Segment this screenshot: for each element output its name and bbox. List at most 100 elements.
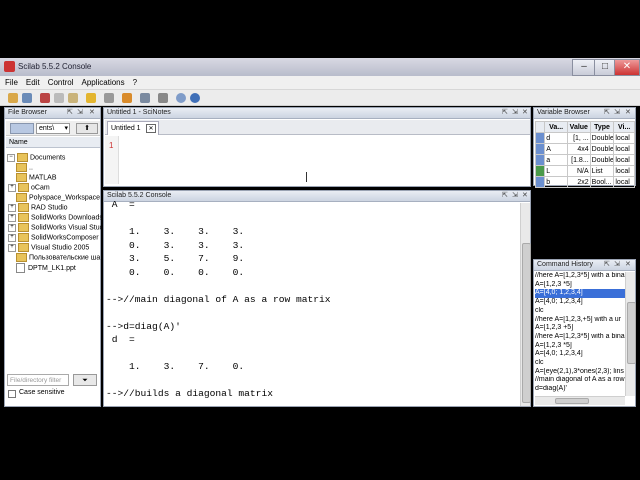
tree-item[interactable]: + SolidWorksComposer <box>8 233 99 243</box>
column-header-type[interactable]: Type <box>589 121 615 133</box>
column-header-icon[interactable] <box>534 121 546 133</box>
tree-item[interactable]: Пользовательские ша <box>16 253 100 263</box>
close-panel-icon[interactable]: ✕ <box>522 191 528 201</box>
case-sensitive-checkbox[interactable] <box>8 390 16 398</box>
tab-untitled-1[interactable]: Untitled 1 ✕ <box>107 121 159 135</box>
tree-item[interactable]: DPTM_LK1.ppt <box>16 263 76 274</box>
variable-row[interactable]: d [1, ... Double local <box>534 132 635 144</box>
filter-input[interactable]: File/directory filter <box>7 374 69 386</box>
history-item[interactable]: d=diag(A)' <box>535 385 625 394</box>
history-item[interactable]: A=[1,2,3 *5] <box>535 342 625 351</box>
tree-item[interactable]: Polyspace_Workspace <box>16 193 100 203</box>
tree-item[interactable]: + oCam <box>8 183 50 193</box>
scrollbar-thumb[interactable] <box>627 302 636 364</box>
expand-icon[interactable]: + <box>8 243 16 252</box>
console-output[interactable]: A = 1. 3. 3. 3. 0. 3. 3. 3. 3. 5. 7. 9. … <box>106 198 516 404</box>
variable-name: b <box>544 176 568 188</box>
variable-browser-icon[interactable] <box>122 93 132 103</box>
tree-item[interactable]: .. <box>16 163 33 173</box>
history-item[interactable]: //main diagonal of A as a row r <box>535 376 625 385</box>
undock-icon[interactable]: ⇱ <box>502 108 508 118</box>
console-scrollbar[interactable] <box>520 203 531 406</box>
path-combo[interactable]: ents\ ▾ <box>36 123 70 134</box>
pin-icon[interactable]: ⇲ <box>614 260 620 270</box>
history-item[interactable]: //here A=[1,2,3*5] with a bina <box>535 272 625 281</box>
menu-applications[interactable]: Applications <box>76 76 127 87</box>
collapse-icon[interactable]: − <box>7 153 15 162</box>
menu-control[interactable]: Control <box>43 76 77 87</box>
scrollbar-thumb[interactable] <box>522 243 531 403</box>
variable-row[interactable]: L N/A List local <box>534 165 635 177</box>
undock-icon[interactable]: ⇱ <box>604 108 610 118</box>
code-editor[interactable] <box>120 136 528 184</box>
expand-icon[interactable]: + <box>8 233 16 242</box>
paste-icon[interactable] <box>68 93 78 103</box>
tree-item-label: RAD Studio <box>31 204 68 212</box>
history-item[interactable]: clc <box>535 359 625 368</box>
undock-icon[interactable]: ⇱ <box>604 260 610 270</box>
console-line: 1. 3. 7. 0. <box>106 361 245 372</box>
history-item[interactable]: A=[4,0; 1,2,3,4] <box>535 289 625 299</box>
tree-root[interactable]: − Documents <box>7 153 65 163</box>
close-panel-icon[interactable]: ✕ <box>522 108 528 118</box>
demos-icon[interactable] <box>176 93 186 103</box>
column-header-value[interactable]: Value <box>566 121 591 133</box>
console-line: 0. 3. 3. 3. <box>106 239 245 251</box>
file-icon <box>16 263 25 273</box>
minimize-button[interactable]: – <box>572 59 596 76</box>
expand-icon[interactable]: + <box>8 223 16 232</box>
tree-item[interactable]: + SolidWorks Downloads <box>8 213 103 223</box>
close-panel-icon[interactable]: ✕ <box>89 108 95 118</box>
variable-row[interactable]: a [1.8... Double local <box>534 154 635 166</box>
menu-edit[interactable]: Edit <box>21 76 43 87</box>
copy-icon[interactable] <box>54 93 64 103</box>
tree-item[interactable]: + RAD Studio <box>8 203 68 213</box>
expand-icon[interactable]: + <box>8 203 16 212</box>
history-item[interactable]: //here A=[1,2,3*5] with a bina <box>535 333 625 342</box>
open-file-icon[interactable] <box>22 93 32 103</box>
module-manager-icon[interactable] <box>158 93 168 103</box>
column-header-visibility[interactable]: Vi... <box>613 121 635 133</box>
help-icon[interactable] <box>190 93 200 103</box>
history-scrollbar[interactable] <box>625 272 636 396</box>
pin-icon[interactable]: ⇲ <box>77 108 83 118</box>
scinotes-icon[interactable] <box>140 93 150 103</box>
menu-file[interactable]: File <box>0 76 21 87</box>
column-header-name[interactable]: Name <box>6 137 100 148</box>
browse-button[interactable]: ⬆ <box>76 123 98 134</box>
tree-item[interactable]: + SolidWorks Visual Studi <box>8 223 105 233</box>
expand-icon[interactable]: + <box>8 213 16 222</box>
history-hscrollbar[interactable] <box>535 396 625 405</box>
pin-icon[interactable]: ⇲ <box>614 108 620 118</box>
pin-icon[interactable]: ⇲ <box>512 108 518 118</box>
history-item[interactable]: A=[4,0; 1,2,3,4] <box>535 350 625 359</box>
history-item[interactable]: A=[eye(2,1),3*ones(2,3); lins <box>535 368 625 377</box>
variable-type-icon <box>534 143 546 155</box>
history-item[interactable]: clc <box>535 307 625 316</box>
tree-item[interactable]: MATLAB <box>16 173 57 183</box>
maximize-button[interactable]: □ <box>594 59 616 76</box>
change-directory-icon[interactable] <box>86 93 96 103</box>
history-item[interactable]: A=[4,0; 1,2,3,4] <box>535 298 625 307</box>
close-button[interactable]: ✕ <box>614 59 640 76</box>
file-browser-toolbar: ents\ ▾ ⬆ <box>6 121 100 136</box>
history-item[interactable]: A=[1,2,3 +5] <box>535 324 625 333</box>
print-icon[interactable] <box>104 93 114 103</box>
menu-help[interactable]: ? <box>128 76 140 87</box>
tab-close-icon[interactable]: ✕ <box>146 124 156 133</box>
folder-icon[interactable] <box>10 123 34 134</box>
new-script-icon[interactable] <box>8 93 18 103</box>
history-item[interactable]: //here A=[1,2,3,+5] with a ur <box>535 316 625 325</box>
close-panel-icon[interactable]: ✕ <box>625 260 631 270</box>
column-header-name[interactable]: Va... <box>544 121 568 133</box>
tree-item[interactable]: + Visual Studio 2005 <box>8 243 89 253</box>
expand-icon[interactable]: + <box>8 183 16 192</box>
undock-icon[interactable]: ⇱ <box>67 108 73 118</box>
hscrollbar-thumb[interactable] <box>555 398 589 404</box>
variable-row[interactable]: A 4x4 Double local <box>534 143 635 155</box>
variable-row[interactable]: b 2x2 Bool... local <box>534 176 635 188</box>
filter-icon[interactable]: ⏷ <box>73 374 97 386</box>
close-panel-icon[interactable]: ✕ <box>625 108 631 118</box>
cut-icon[interactable] <box>40 93 50 103</box>
history-item[interactable]: A=[1,2,3 *5] <box>535 281 625 290</box>
